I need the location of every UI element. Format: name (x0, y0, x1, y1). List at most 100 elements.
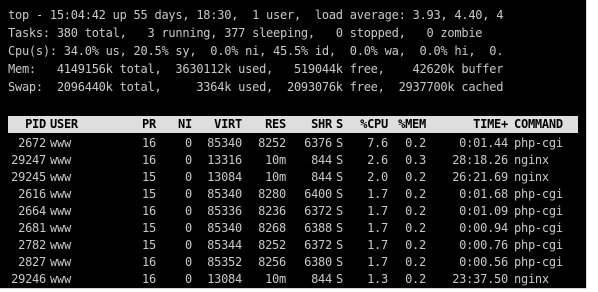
mem-cell: 0.2 (405, 187, 426, 201)
state-cell: S (336, 187, 343, 201)
user-cell: www (50, 238, 71, 252)
virt-cell: 13084 (207, 170, 242, 184)
terminal-window[interactable]: top - 15:04:42 up 55 days, 18:30, 1 user… (0, 0, 587, 289)
process-table-header: PID USER PR NI VIRT RES SHR S %CPU %MEM … (8, 116, 578, 133)
cpu-summary-line: Cpu(s): 34.0% us, 20.5% sy, 0.0% ni, 45.… (8, 44, 504, 58)
res-cell: 8252 (258, 136, 286, 150)
command-cell: php-cgi (514, 136, 563, 150)
res-cell: 8280 (258, 187, 286, 201)
cpu-cell: 1.7 (367, 238, 388, 252)
nice-cell: 0 (185, 238, 192, 252)
swap-summary-line: Swap: 2096440k total, 3364k used, 209307… (8, 80, 504, 94)
mem-cell: 0.2 (405, 255, 426, 269)
pid-cell: 2782 (18, 238, 46, 252)
time-cell: 0:01.09 (459, 204, 508, 218)
shr-cell: 844 (311, 170, 332, 184)
column-header-pr: PR (142, 117, 156, 131)
priority-cell: 16 (142, 136, 156, 150)
virt-cell: 85344 (207, 238, 242, 252)
nice-cell: 0 (185, 153, 192, 167)
shr-cell: 6388 (304, 221, 332, 235)
command-cell: nginx (514, 170, 549, 184)
pid-cell: 2681 (18, 221, 46, 235)
process-table: 2672 www 16 0 85340 8252 6376 S 7.6 0.2 … (8, 135, 578, 288)
state-cell: S (336, 170, 343, 184)
command-cell: php-cgi (514, 255, 563, 269)
shr-cell: 6372 (304, 204, 332, 218)
res-cell: 8256 (258, 255, 286, 269)
pid-cell: 2616 (18, 187, 46, 201)
mem-cell: 0.2 (405, 170, 426, 184)
table-row: 29245 www 15 0 13084 10m 844 S 2.0 0.2 2… (8, 169, 578, 186)
command-cell: php-cgi (514, 187, 563, 201)
pid-cell: 2664 (18, 204, 46, 218)
shr-cell: 6376 (304, 136, 332, 150)
res-cell: 8236 (258, 204, 286, 218)
shr-cell: 6372 (304, 238, 332, 252)
mem-cell: 0.2 (405, 136, 426, 150)
user-cell: www (50, 153, 71, 167)
state-cell: S (336, 238, 343, 252)
virt-cell: 13316 (207, 153, 242, 167)
column-header-time: TIME+ (473, 117, 508, 131)
memory-summary-line: Mem: 4149156k total, 3630112k used, 5190… (8, 62, 504, 76)
uptime-load-line: top - 15:04:42 up 55 days, 18:30, 1 user… (8, 8, 504, 22)
column-header-user: USER (50, 117, 78, 131)
time-cell: 0:00.56 (459, 255, 508, 269)
state-cell: S (336, 153, 343, 167)
nice-cell: 0 (185, 221, 192, 235)
virt-cell: 13084 (207, 272, 242, 286)
mem-cell: 0.2 (405, 204, 426, 218)
virt-cell: 85352 (207, 255, 242, 269)
priority-cell: 16 (142, 272, 156, 286)
shr-cell: 844 (311, 153, 332, 167)
res-cell: 10m (265, 272, 286, 286)
table-row: 2672 www 16 0 85340 8252 6376 S 7.6 0.2 … (8, 135, 578, 152)
user-cell: www (50, 187, 71, 201)
nice-cell: 0 (185, 170, 192, 184)
cpu-cell: 1.7 (367, 204, 388, 218)
pid-cell: 29246 (11, 272, 46, 286)
command-cell: php-cgi (514, 238, 563, 252)
priority-cell: 15 (142, 170, 156, 184)
column-header-command: COMMAND (514, 117, 563, 131)
command-cell: php-cgi (514, 221, 563, 235)
cpu-cell: 2.6 (367, 153, 388, 167)
res-cell: 10m (265, 170, 286, 184)
column-header-state: S (336, 117, 343, 131)
column-header-pid: PID (25, 117, 46, 131)
user-cell: www (50, 136, 71, 150)
time-cell: 28:18.26 (452, 153, 508, 167)
table-row: 29246 www 16 0 13084 10m 844 S 1.3 0.2 2… (8, 271, 578, 288)
priority-cell: 16 (142, 204, 156, 218)
nice-cell: 0 (185, 187, 192, 201)
screenshot-frame: top - 15:04:42 up 55 days, 18:30, 1 user… (0, 0, 598, 292)
user-cell: www (50, 255, 71, 269)
column-header-virt: VIRT (214, 117, 242, 131)
command-cell: nginx (514, 153, 549, 167)
mem-cell: 0.2 (405, 221, 426, 235)
time-cell: 0:01.68 (459, 187, 508, 201)
tasks-summary-line: Tasks: 380 total, 3 running, 377 sleepin… (8, 26, 483, 40)
cpu-cell: 1.3 (367, 272, 388, 286)
state-cell: S (336, 204, 343, 218)
time-cell: 0:01.44 (459, 136, 508, 150)
table-row: 2782 www 15 0 85344 8252 6372 S 1.7 0.2 … (8, 237, 578, 254)
res-cell: 8268 (258, 221, 286, 235)
pid-cell: 29245 (11, 170, 46, 184)
user-cell: www (50, 221, 71, 235)
state-cell: S (336, 255, 343, 269)
shr-cell: 6400 (304, 187, 332, 201)
column-header-mem: %MEM (398, 117, 426, 131)
priority-cell: 16 (142, 153, 156, 167)
pid-cell: 29247 (11, 153, 46, 167)
user-cell: www (50, 170, 71, 184)
shr-cell: 844 (311, 272, 332, 286)
column-header-res: RES (265, 117, 286, 131)
priority-cell: 15 (142, 221, 156, 235)
column-header-ni: NI (178, 117, 192, 131)
mem-cell: 0.3 (405, 153, 426, 167)
nice-cell: 0 (185, 136, 192, 150)
shr-cell: 6380 (304, 255, 332, 269)
table-row: 2827 www 16 0 85352 8256 6380 S 1.7 0.2 … (8, 254, 578, 271)
